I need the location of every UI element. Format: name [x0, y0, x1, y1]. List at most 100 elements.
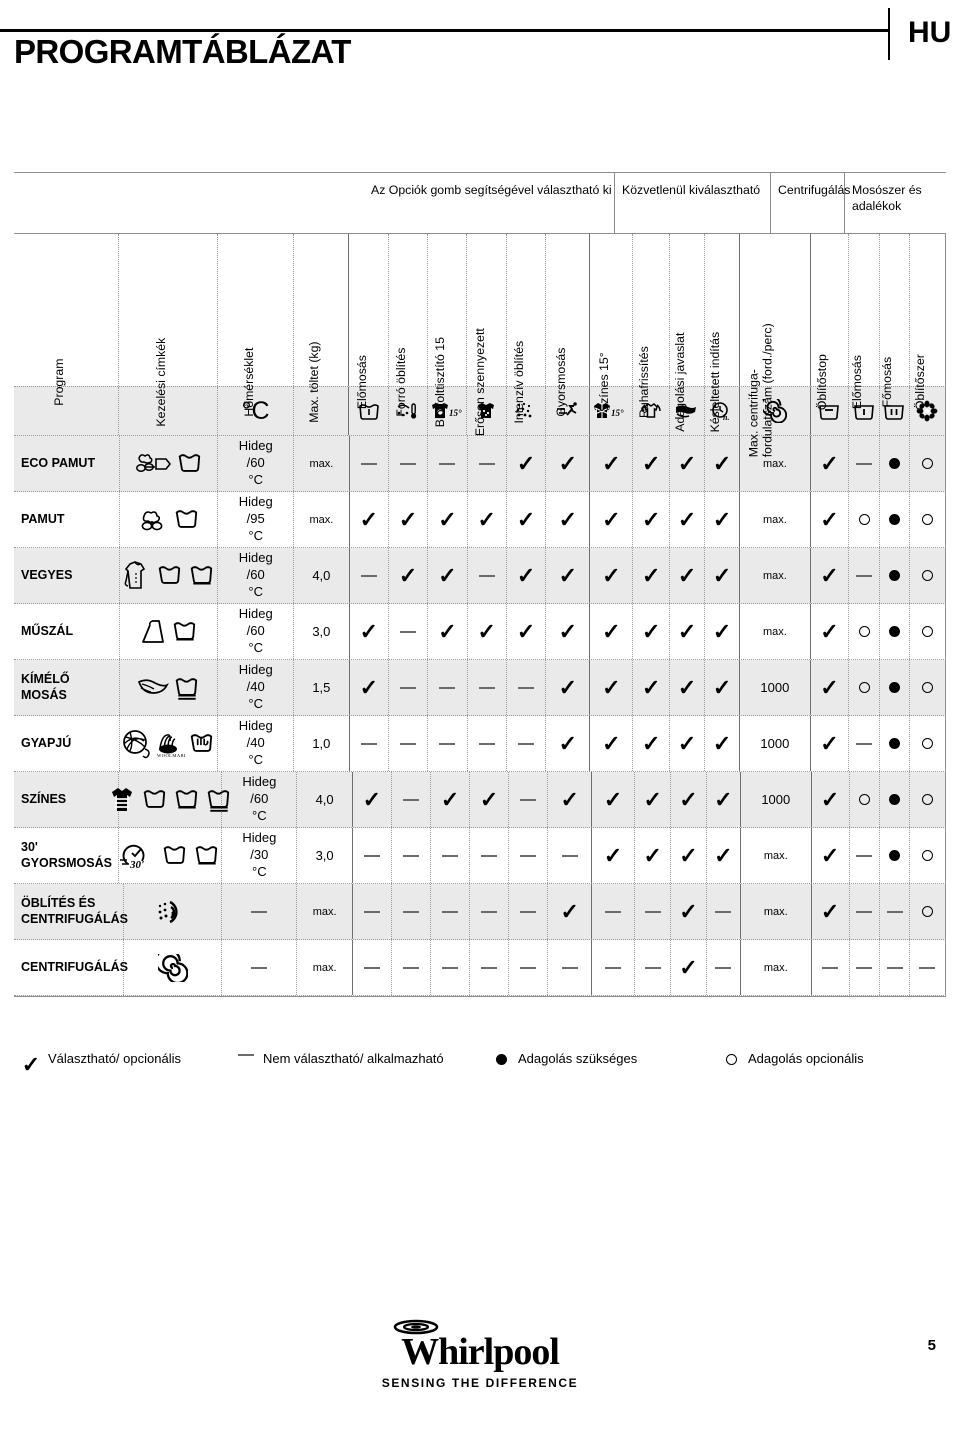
max-load-cell: 1,5 — [294, 660, 350, 715]
check-icon: ✓ — [359, 618, 379, 644]
dash-icon — [442, 910, 459, 913]
legend-label-not-available: Nem választható/ alkalmazható — [263, 1051, 444, 1066]
open-circle-icon — [921, 906, 933, 917]
option-mark-cell — [468, 716, 507, 771]
direct-mark-cell — [707, 884, 741, 939]
check-icon: ✓ — [21, 1052, 41, 1077]
check-icon: ✓ — [677, 450, 697, 476]
dash-icon — [363, 966, 380, 969]
option-mark-cell — [389, 436, 429, 491]
check-icon: ✓ — [820, 674, 839, 700]
dash-icon — [400, 462, 417, 465]
col-header-program: Program — [14, 234, 120, 406]
dash-icon — [605, 910, 622, 913]
dash-icon — [715, 910, 732, 913]
check-icon: ✓ — [603, 786, 623, 812]
dash-icon — [520, 966, 537, 969]
quick-wash-runner-icon — [546, 387, 591, 435]
legend-item-not-available: Nem választható/ alkalmazható — [229, 1050, 484, 1068]
dash-icon — [520, 910, 537, 913]
option-mark-cell: ✓ — [428, 548, 468, 603]
option-mark-cell — [470, 828, 510, 883]
check-icon: ✓ — [820, 450, 839, 476]
check-icon: ✓ — [679, 842, 698, 868]
col-header-rinse-hold-label: Öblítőstop — [815, 353, 830, 411]
detergent-cell — [850, 940, 881, 995]
whirlpool-brand-text: Whirlpool — [401, 1331, 560, 1373]
detergent-cell — [910, 940, 947, 995]
dash-icon — [518, 742, 535, 745]
check-icon: ✓ — [677, 674, 697, 700]
max-load-cell: max. — [294, 492, 350, 547]
svg-text:WOOLMARK: WOOLMARK — [157, 753, 185, 758]
clock-30-icon: 30' — [120, 844, 145, 870]
option-mark-cell — [353, 828, 392, 883]
filled-circle-icon — [888, 738, 900, 749]
temperature-cell: Hideg/95 °C — [218, 492, 295, 547]
check-icon: ✓ — [362, 786, 382, 812]
check-icon: ✓ — [820, 730, 839, 756]
filled-circle-icon — [888, 514, 900, 525]
direct-mark-cell: ✓ — [633, 436, 670, 491]
open-circle-icon — [921, 626, 933, 637]
spin-speed-cell: max. — [740, 548, 811, 603]
dash-icon — [644, 966, 661, 969]
option-mark-cell — [389, 716, 429, 771]
check-icon: ✓ — [641, 450, 661, 476]
filled-circle-icon — [484, 1050, 518, 1065]
col-header-intensive-rinse: Intenzív öblítés — [507, 234, 547, 423]
check-icon: ✓ — [820, 786, 840, 812]
option-mark-cell — [468, 548, 507, 603]
whirlpool-swirl-icon — [393, 1319, 439, 1335]
page-footer: Whirlpool SENSING THE DIFFERENCE — [0, 1319, 960, 1390]
option-mark-cell: ✓ — [353, 772, 392, 827]
whirlpool-logo: Whirlpool — [393, 1319, 560, 1374]
check-icon: ✓ — [560, 898, 579, 924]
dash-icon — [360, 462, 377, 465]
detergent-cell — [849, 436, 880, 491]
detergent-cell — [880, 548, 910, 603]
col-header-intensive-rinse-label: Intenzív öblítés — [511, 340, 526, 424]
option-mark-cell: ✓ — [548, 772, 593, 827]
check-icon: ✓ — [712, 506, 732, 532]
legend-label-dosing-optional: Adagolás opcionális — [748, 1051, 864, 1066]
option-mark-cell — [428, 660, 468, 715]
option-mark-cell — [468, 660, 507, 715]
detergent-cell — [880, 436, 910, 491]
direct-mark-cell: ✓ — [633, 716, 670, 771]
program-name-cell: GYAPJÚ — [14, 716, 120, 771]
direct-mark-cell: ✓ — [671, 940, 707, 995]
direct-mark-cell: ✓ — [705, 660, 740, 715]
detergent-cell — [910, 548, 947, 603]
open-circle-icon — [858, 514, 870, 525]
dash-icon — [400, 742, 417, 745]
detergent-cell — [910, 604, 947, 659]
col-header-prewash: Előmosás — [349, 234, 389, 409]
column-header-row: Program Kezelési címkék Hőmérséklet Max.… — [14, 234, 947, 457]
col-header-refresh-label: Ruhafrissítés — [636, 346, 651, 418]
filled-circle-icon — [888, 682, 900, 693]
care-label-cell — [120, 604, 219, 659]
program-table: Az Opciók gomb segítségével választható … — [14, 172, 947, 997]
dash-icon — [478, 686, 495, 689]
dash-icon — [481, 854, 498, 857]
group-header-options: Az Opciók gomb segítségével választható … — [364, 173, 615, 233]
spin-speed-cell: 1000 — [740, 716, 811, 771]
option-mark-cell: ✓ — [389, 492, 429, 547]
direct-mark-cell: ✓ — [670, 492, 706, 547]
check-icon: ✓ — [641, 618, 661, 644]
dash-icon — [520, 854, 537, 857]
rinse-hold-cell: ✓ — [811, 660, 850, 715]
check-icon: ✓ — [516, 618, 536, 644]
option-mark-cell — [392, 772, 431, 827]
table-row: SZÍNES Hideg/60 °C 4,0 ✓ ✓ ✓ ✓ ✓ ✓ ✓ ✓ 1000 ✓ — [14, 772, 947, 828]
dash-icon — [363, 854, 380, 857]
direct-mark-cell: ✓ — [590, 436, 634, 491]
temperature-cell: Hideg/60 °C — [218, 604, 295, 659]
check-icon: ✓ — [820, 898, 840, 924]
max-load-cell: max. — [297, 940, 353, 995]
option-mark-cell — [509, 940, 549, 995]
option-mark-cell — [468, 436, 507, 491]
col-header-dosing-label: Adagolási javaslat — [672, 332, 687, 432]
direct-mark-cell: ✓ — [635, 828, 672, 883]
